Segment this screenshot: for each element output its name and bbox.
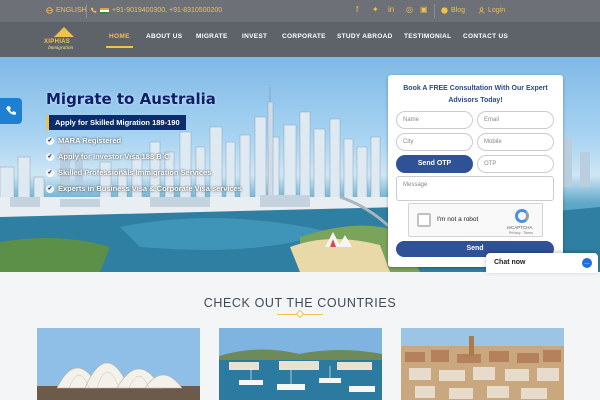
hero-bullet-text: MARA Registered [58,136,122,145]
city-field[interactable]: City [396,133,473,151]
call-button[interactable] [0,98,22,124]
nav-invest[interactable]: INVEST [242,33,267,40]
country-card-city[interactable] [401,328,564,400]
india-flag-icon [100,7,109,14]
hero-bullet: ✓ Apply for Investor Visa 188 B-C [46,152,170,161]
hero-bullet-text: Apply for Investor Visa 188 B-C [58,152,170,161]
mobile-field[interactable]: Mobile [477,133,554,151]
otp-field[interactable]: OTP [477,155,554,173]
login-label: Login [488,7,506,14]
logo-sub: Immigration [48,46,73,51]
message-field[interactable]: Message [396,176,554,201]
hero-bullet-text: Skilled Professionals Immigration Servic… [58,168,212,177]
recaptcha-icon [515,209,529,223]
nav-migrate[interactable]: MIGRATE [196,33,228,40]
phone-icon [6,106,16,115]
name-field[interactable]: Name [396,111,473,129]
blog-link[interactable]: Blog [441,7,465,14]
recaptcha-label: I'm not a robot [437,216,479,223]
globe-icon [46,7,53,14]
recaptcha-terms[interactable]: Privacy - Terms [509,231,533,235]
countries-section-title: CHECK OUT THE COUNTRIES [203,296,397,310]
logo[interactable]: XIPHIAS Immigration [44,27,84,55]
nav-contact-us[interactable]: CONTACT US [463,33,508,40]
whatsapp-icon[interactable]: ◎ [406,5,413,14]
nav-about-us[interactable]: ABOUT US [146,33,182,40]
blog-label: Blog [451,7,466,14]
chat-label: Chat now [494,259,526,266]
send-otp-button[interactable]: Send OTP [396,155,473,173]
hero-title: Migrate to Australia [46,90,216,108]
title-divider-diamond [295,309,305,319]
check-icon: ✓ [46,168,54,177]
divider [434,4,435,18]
phone-numbers[interactable]: +91-9019400300, +91-8310500200 [90,7,222,14]
divider [86,4,87,18]
logo-name: XIPHIAS [44,39,71,45]
language-selector[interactable]: ENGLISH [46,7,87,14]
recaptcha-brand: reCAPTCHA [507,225,533,230]
recaptcha-widget[interactable]: I'm not a robot reCAPTCHA Privacy - Term… [408,203,543,237]
phone-icon [90,7,97,13]
country-card-marina[interactable] [219,328,382,400]
user-icon [478,7,485,14]
sydney-opera-house-image [37,328,200,400]
login-link[interactable]: Login [478,7,505,14]
nav-testimonial[interactable]: TESTIMONIAL [404,33,451,40]
email-field[interactable]: Email [477,111,554,129]
check-icon: ✓ [46,152,54,161]
top-info-bar: ENGLISH +91-9019400300, +91-8310500200 f… [0,0,600,22]
consultation-form: Book A FREE Consultation With Our Expert… [388,75,563,267]
twitter-icon[interactable]: ✦ [372,5,379,14]
blog-icon [441,7,448,14]
hero-bullet: ✓ MARA Registered [46,136,121,145]
linkedin-icon[interactable]: in [388,5,394,14]
logo-wing-icon [54,27,74,37]
hero-bullet: ✓ Skilled Professionals Immigration Servi… [46,168,211,177]
form-title: Book A FREE Consultation With Our Expert… [403,85,548,104]
city-rooftops-image [401,328,564,400]
facebook-icon[interactable]: f [356,5,358,14]
marina-image [219,328,382,400]
language-label: ENGLISH [56,7,87,14]
country-card-australia[interactable] [37,328,200,400]
check-icon: ✓ [46,136,54,145]
check-icon: ✓ [46,184,54,193]
nav-home[interactable]: HOME [106,33,133,48]
nav-study-abroad[interactable]: STUDY ABROAD [337,33,393,40]
nav-corporate[interactable]: CORPORATE [282,33,326,40]
youtube-icon[interactable]: ▣ [420,5,428,14]
hero-tagline: Apply for Skilled Migration 189-190 [46,115,186,130]
chat-bubble-icon: … [582,258,592,268]
chat-widget[interactable]: Chat now … [486,253,598,273]
hero-bullet: ✓ Experts in Business Visa & Corporate Vi… [46,184,242,193]
hero-bullet-text: Experts in Business Visa & Corporate Vis… [58,184,242,193]
recaptcha-checkbox[interactable] [417,213,431,227]
phone-numbers-text: +91-9019400300, +91-8310500200 [112,7,223,14]
